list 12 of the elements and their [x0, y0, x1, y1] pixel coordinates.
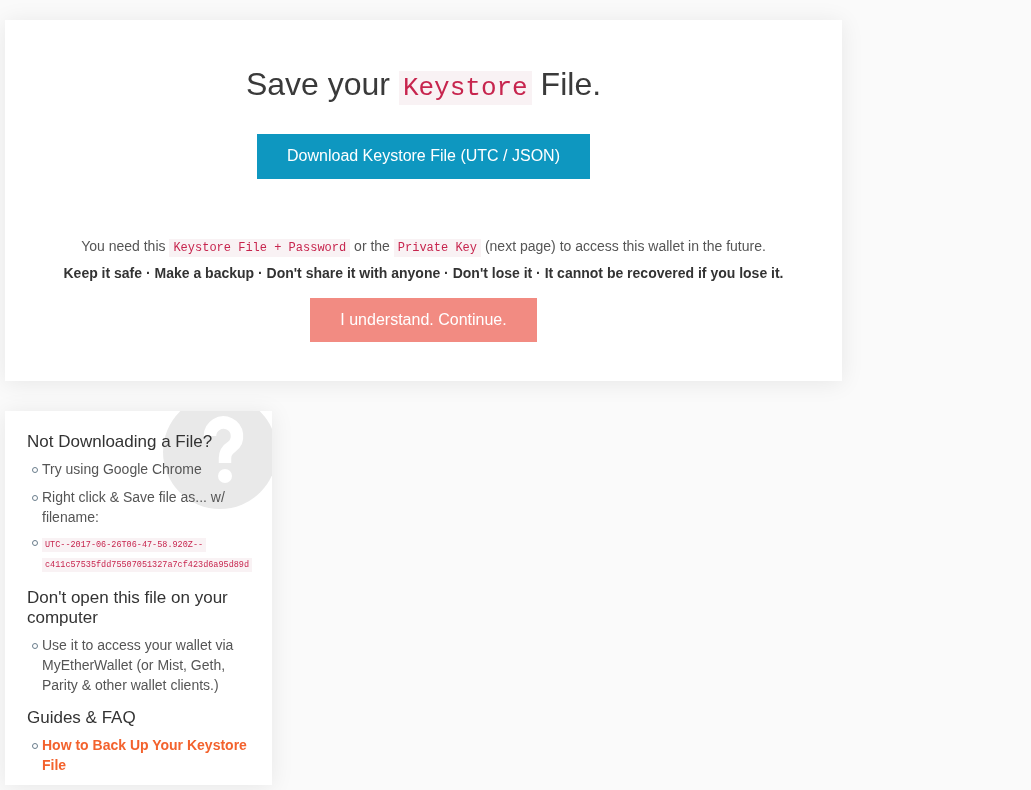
- guide-link[interactable]: How to Back Up Your Keystore File: [42, 735, 252, 775]
- download-keystore-button[interactable]: Download Keystore File (UTC / JSON): [257, 134, 590, 179]
- section-heading: Guides & FAQ: [27, 708, 137, 728]
- filename-text: UTC--2017-06-26T06-47-58.920Z--c411c57535fdd75507051327a7cf423d6a95d89d: [42, 535, 253, 575]
- section-heading: Not Downloading a File?: [27, 432, 214, 452]
- notice-text: You need this Keystore File + Password or the Private Key (next page) to access this wallet in the future.: [80, 237, 767, 258]
- section-heading: Don't open this file on your computer: [27, 588, 229, 628]
- warning-text: Keep it safe · Make a backup · Don't share it with anyone · Don't lose it · It cannot be recovered if you lose it.: [62, 264, 785, 283]
- page-title: Save your Keystore File.: [244, 65, 603, 107]
- help-text: Try using Google Chrome: [42, 460, 202, 479]
- help-text: Use it to access your wallet via MyEtherWallet (or Mist, Geth, Parity & other wallet clients.): [42, 636, 235, 695]
- help-text: Right click & Save file as... w/ filename:: [42, 488, 226, 527]
